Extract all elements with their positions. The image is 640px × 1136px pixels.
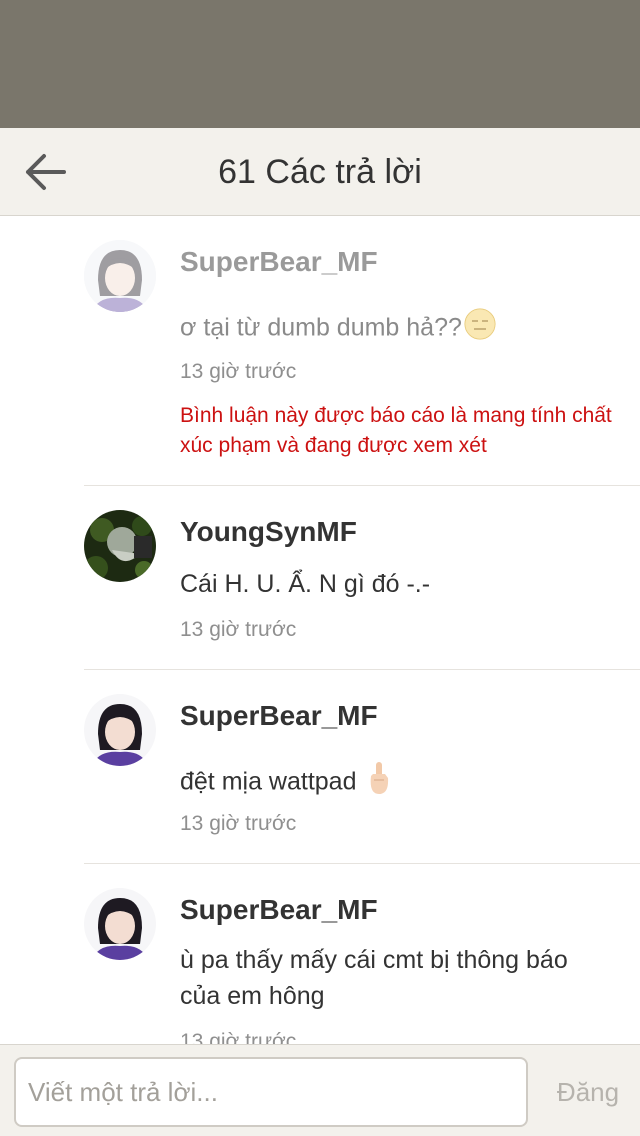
comment-text: đệt mịa wattpad <box>180 760 393 806</box>
comment-item: YoungSynMF Cái H. U. Ẩ. N gì đó -.- 13 g… <box>84 486 640 670</box>
page-title: 61 Các trả lời <box>218 153 422 191</box>
reply-bar: Đăng <box>0 1044 640 1136</box>
avatar[interactable] <box>84 888 156 960</box>
comment-list[interactable]: SuperBear_MF ơ tại từ dumb dumb hả?? 13 … <box>0 216 640 1044</box>
avatar[interactable] <box>84 510 156 582</box>
expressionless-face-icon <box>464 308 496 350</box>
comment-text-line: của em hông <box>180 982 325 1010</box>
report-notice: Bình luận này được báo cáo là mang tính … <box>180 404 612 457</box>
comment-text: ơ tại từ dumb dumb hả?? <box>180 308 496 350</box>
comment-text-content: ơ tại từ dumb dumb hả?? <box>180 313 462 342</box>
comment-username[interactable]: SuperBear_MF <box>180 700 378 732</box>
middle-finger-icon <box>365 760 393 806</box>
comment-username[interactable]: SuperBear_MF <box>180 894 378 926</box>
header-bar: 61 Các trả lời <box>0 128 640 216</box>
comment-text: Cái H. U. Ẩ. N gì đó -.- <box>180 570 431 598</box>
comment-username[interactable]: YoungSynMF <box>180 516 357 548</box>
comment-time: 13 giờ trước <box>180 1030 297 1044</box>
comment-username[interactable]: SuperBear_MF <box>180 246 378 278</box>
comment-text-content: đệt mịa wattpad <box>180 767 357 796</box>
comment-time: 13 giờ trước <box>180 360 297 383</box>
comment-time: 13 giờ trước <box>180 618 297 641</box>
post-button[interactable]: Đăng <box>536 1057 640 1127</box>
comment-text-line: ù pa thấy mấy cái cmt bị thông báo <box>180 946 568 974</box>
top-banner <box>0 0 640 128</box>
comment-item: SuperBear_MF đệt mịa wattpad 13 giờ trướ… <box>84 670 640 864</box>
reply-input[interactable] <box>14 1057 528 1127</box>
avatar[interactable] <box>84 240 156 312</box>
comment-time: 13 giờ trước <box>180 812 297 835</box>
avatar[interactable] <box>84 694 156 766</box>
comment-item: SuperBear_MF ù pa thấy mấy cái cmt bị th… <box>84 864 640 1044</box>
comment-item: SuperBear_MF ơ tại từ dumb dumb hả?? 13 … <box>84 216 640 486</box>
